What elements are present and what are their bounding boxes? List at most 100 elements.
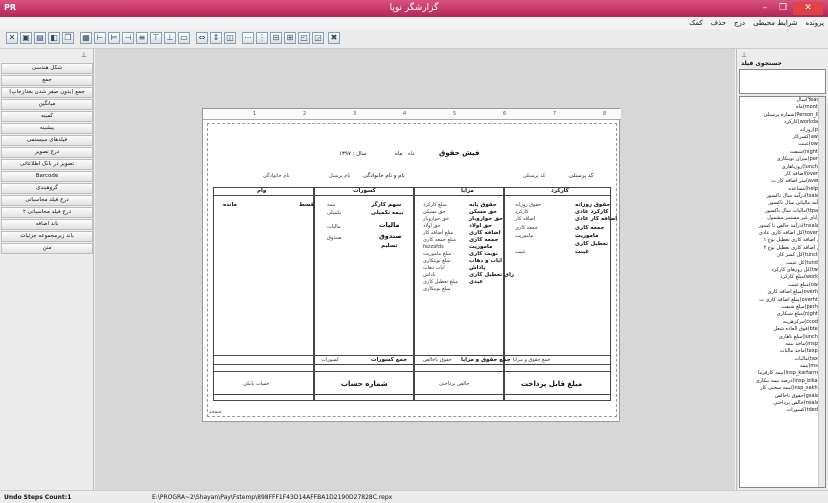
field-list-item[interactable]: سال(Years) [740,97,825,104]
menu-help[interactable]: کمک [689,19,703,27]
deduction-field[interactable]: صندوق [327,235,342,241]
employee-code-field[interactable]: کد پرسنلی [523,173,545,179]
field-list-item[interactable]: مالیات سال ناکسور(ttpay) [740,208,825,215]
benefit-item-label[interactable]: حق مسکن [469,209,497,215]
copy-icon[interactable]: ❐ [62,32,74,44]
benefit-field[interactable]: مبلغ تعطیل کاری [423,279,458,285]
field-list-item[interactable]: اضافه کار(overh) [740,171,825,178]
deduction-field[interactable]: بیمه [327,202,335,208]
close-button[interactable]: ✕ [793,2,823,15]
field-list-item[interactable]: درصد بیمه بیکاری(insp_bikari) [740,378,825,385]
field-list-item[interactable]: کل اضافه کاری تعطیل نوع ۱ [740,237,825,244]
benefit-field[interactable]: مبلغ ماموریت [423,251,451,257]
work-item-label[interactable]: غیبت [575,249,589,255]
deduction-item-label[interactable]: صندوق [379,232,402,240]
total-deductions-label[interactable]: جمع کسورات [371,357,407,363]
work-field[interactable]: جمعه کاری [515,225,538,231]
benefit-field[interactable]: حق خواروبار [423,216,449,222]
grid-icon[interactable]: ▦ [80,32,92,44]
benefit-item-label[interactable]: ماموریت [469,244,492,250]
deduction-field[interactable]: مالیات [327,224,340,230]
space-v-icon[interactable]: ⋮ [256,32,268,44]
work-item-label[interactable]: ماموریت [575,233,598,239]
loan-installment-label[interactable]: قسط [299,202,314,208]
field-list-item[interactable]: مبلغ ناهاری(lunchp) [740,334,825,341]
benefit-item-label[interactable]: ایاب و ذهاب [469,258,502,264]
account-field[interactable]: حساب بانکی [243,381,270,387]
field-list-item[interactable]: مبلغ غیبت(owp) [740,282,825,289]
benefit-item-label[interactable]: جمعه کاری [469,237,498,243]
benefit-item-label[interactable]: نوبت کاری [469,251,498,257]
deduction-item-label[interactable]: تسلیم [381,243,397,249]
center-v-icon[interactable]: ⊞ [284,32,296,44]
field-list-item[interactable]: مبلغ اضافه کاری(overhp) [740,289,825,296]
align-top-icon[interactable]: ⊤ [150,32,162,44]
family-field[interactable]: نام خانوادگی [263,173,289,179]
field-list-item[interactable]: بیمه کارفرما(insp_karfarma) [740,370,825,377]
deduction-item-label[interactable]: مالیات [379,221,400,229]
field-list-item[interactable]: مبلغ شبکاری(nightp) [740,311,825,318]
field-list-item[interactable]: درآمد مالیاتی سال ناکسور [740,200,825,207]
field-list-item[interactable]: حقوق ناخالص(gsalar) [740,393,825,400]
work-field[interactable]: ماموریت [515,233,533,239]
work-item-label[interactable]: حقوق روزانه [575,202,610,208]
benefit-item-label[interactable]: اضافه کاری [469,230,501,236]
align-justify-icon[interactable]: ≡ [136,32,148,44]
field-list-item[interactable]: کسورات(tdedu) [740,407,825,414]
benefit-field[interactable]: مبلغ کارکرد [423,202,447,208]
center-h-icon[interactable]: ⊟ [270,32,282,44]
tool-average-button[interactable]: میانگین [1,99,93,110]
field-list-item[interactable]: فوق العاده شغل(btep) [740,326,825,333]
pin-icon[interactable]: ⊥ [741,51,747,59]
name-label[interactable]: نام و نام خانوادگی [363,173,405,179]
menu-delete[interactable]: حذف [711,19,726,27]
total-deductions-field[interactable]: کسورات [321,357,339,363]
report-title[interactable]: فیش حقوق [439,149,480,157]
deduction-field[interactable]: تکمیلی [327,210,341,216]
tool-min-button[interactable]: کمینه [1,111,93,122]
same-size-icon[interactable]: ◫ [224,32,236,44]
benefit-field[interactable]: ایاب ذهاب [423,265,445,271]
align-center-icon[interactable]: ⊨ [108,32,120,44]
benefit-field[interactable]: مبلغ اضافه کار [423,230,453,236]
open-icon[interactable]: ◧ [48,32,60,44]
menu-file[interactable]: پرونده [806,19,824,27]
work-field[interactable]: کارکرد [515,209,529,215]
align-right-icon[interactable]: ⊣ [122,32,134,44]
field-list-item[interactable]: درآمد خالص تا کسور(tnsalar) [740,223,825,230]
field-list-item[interactable]: کارکرد(workday) [740,119,825,126]
tool-db-image-button[interactable]: تصویر در بانک اطلاعاتی [1,159,93,170]
align-bottom-icon[interactable]: ▭ [178,32,190,44]
benefit-field[interactable]: حق مسکن [423,209,446,215]
employee-code-label[interactable]: کد پرسنلی [569,173,594,179]
benefit-field[interactable]: fazzafds [423,244,444,250]
align-middle-icon[interactable]: ⊥ [164,32,176,44]
save-icon[interactable]: ▤ [34,32,46,44]
name-field[interactable]: نام پرسنل [329,173,350,179]
field-list-item[interactable]: کل اضافه کاری عادی(toverh) [740,230,825,237]
tool-grouping-button[interactable]: گروهبندی [1,183,93,194]
benefit-item-label[interactable]: حق اولاد [469,223,492,229]
field-list-scrollbar[interactable] [818,97,825,487]
field-list-item[interactable]: بیمه(msp) [740,363,825,370]
field-list-item[interactable]: کسرکار(awh) [740,134,825,141]
field-list-item[interactable]: شیفت(nighth) [740,149,825,156]
work-column-header[interactable]: کارکرد [551,188,569,194]
work-field[interactable]: اضافه کار [515,216,535,222]
field-list-item[interactable]: روزناهاری(lunchd) [740,164,825,171]
account-label[interactable]: شماره حساب [341,380,388,388]
payable-field[interactable]: خالص پرداختی [439,381,469,387]
tool-max-button[interactable]: بیشینه [1,123,93,134]
tool-text-button[interactable]: متن [1,243,93,254]
field-list-item[interactable]: مبلغ اضافه کاری ت(overhtp) [740,297,825,304]
tool-calc-field2-button[interactable]: درج فیلد محاسباتی ۲ [1,207,93,218]
work-field[interactable]: حقوق روزانه [515,202,541,208]
field-list-item[interactable]: ماخذ بیمه(msp1) [740,341,825,348]
field-list-item[interactable]: میزان نوبتکاری(perh) [740,156,825,163]
benefits-column-header[interactable]: مزایا [461,188,474,194]
tool-sum-button[interactable]: جمع [1,75,93,86]
loan-column-header[interactable]: وام [257,188,266,194]
loan-balance-label[interactable]: مانده [223,202,237,208]
month-field[interactable]: ماه [408,151,415,157]
x-delete-icon[interactable]: ✖ [328,32,340,44]
